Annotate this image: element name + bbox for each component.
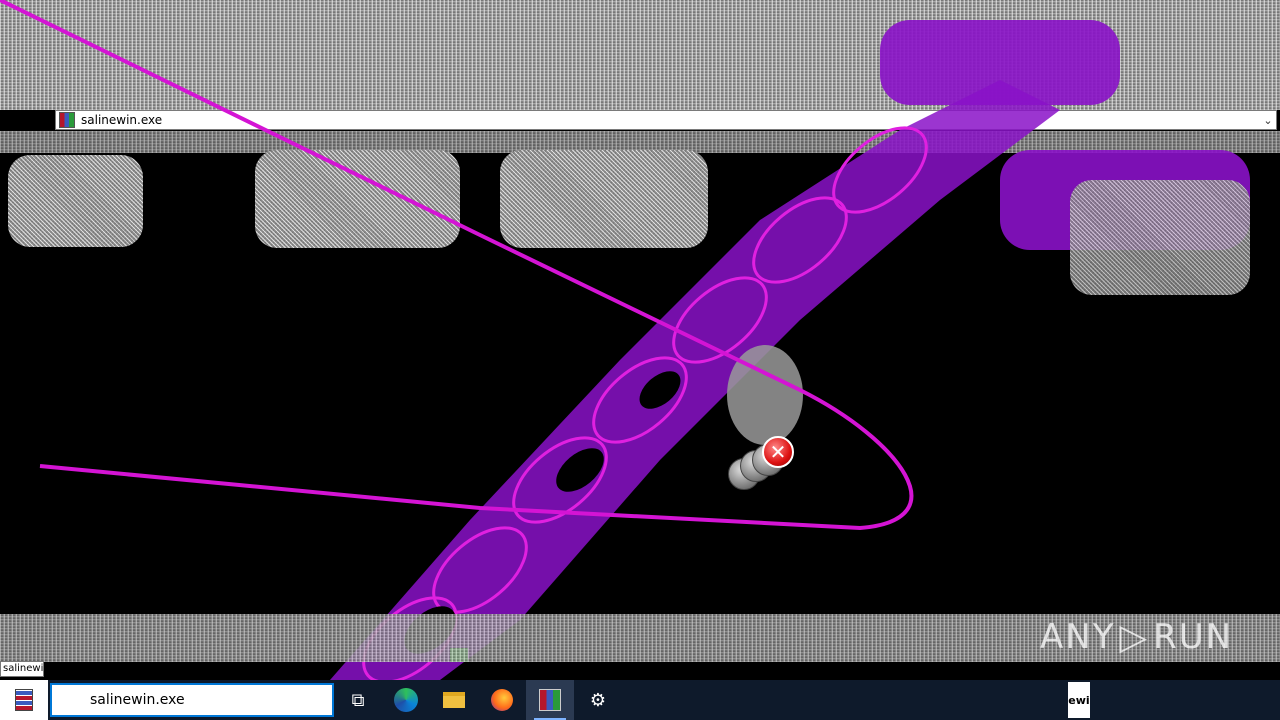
folder-icon xyxy=(443,692,465,708)
anyrun-watermark: ANY ▷ RUN xyxy=(1040,612,1240,662)
firefox-button[interactable] xyxy=(478,680,526,720)
task-view-icon: ⧉ xyxy=(351,689,365,711)
watermark-left: ANY xyxy=(1040,617,1116,657)
taskbar-search-box[interactable] xyxy=(50,683,334,717)
firefox-icon xyxy=(491,689,513,711)
winrar-taskbar-button[interactable] xyxy=(526,680,574,720)
search-input[interactable] xyxy=(88,691,322,709)
watermark-right: RUN xyxy=(1153,617,1234,657)
error-icon-stack: ✕ xyxy=(726,436,806,496)
file-explorer-button[interactable] xyxy=(430,680,478,720)
error-x-icon[interactable]: ✕ xyxy=(762,436,794,468)
taskbar-tooltip: salinewi xyxy=(0,661,44,677)
settings-button[interactable]: ⚙ xyxy=(574,680,622,720)
task-view-button[interactable]: ⧉ xyxy=(334,680,382,720)
winrar-icon xyxy=(539,689,561,711)
taskbar-window-label[interactable]: ewi xyxy=(1068,682,1090,718)
winrar-icon xyxy=(15,689,33,711)
gear-icon: ⚙ xyxy=(589,689,607,711)
edge-button[interactable] xyxy=(382,680,430,720)
purple-tunnel xyxy=(330,80,1060,684)
edge-icon xyxy=(394,688,418,712)
start-button[interactable] xyxy=(0,680,48,720)
play-icon: ▷ xyxy=(1119,616,1150,658)
tunnel-body xyxy=(330,80,1060,680)
